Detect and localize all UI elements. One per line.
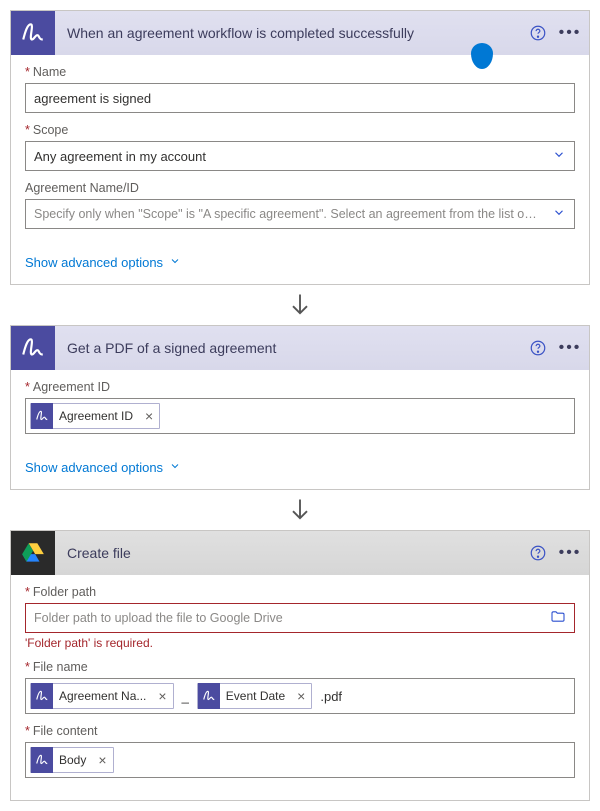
remove-token-icon[interactable]: × (152, 688, 172, 704)
chevron-down-icon (552, 148, 566, 165)
scope-value: Any agreement in my account (34, 149, 206, 164)
file-content-field: File content Body × (25, 724, 575, 778)
folder-placeholder: Folder path to upload the file to Google… (34, 611, 540, 625)
token-label: Agreement Na... (53, 689, 152, 703)
file-content-input[interactable]: Body × (25, 742, 575, 778)
step3-title: Create file (55, 545, 527, 561)
adobe-sign-icon (11, 11, 55, 55)
token-label: Agreement ID (53, 409, 139, 423)
filename-suffix: .pdf (316, 689, 346, 704)
step1-header[interactable]: When an agreement workflow is completed … (11, 11, 589, 55)
step2-header[interactable]: Get a PDF of a signed agreement ••• (11, 326, 589, 370)
agreement-select[interactable]: Specify only when "Scope" is "A specific… (25, 199, 575, 229)
adobe-sign-icon (198, 683, 220, 709)
connector-arrow (10, 490, 590, 530)
file-name-input[interactable]: Agreement Na... × _ Event Date × .pdf (25, 678, 575, 714)
step2-title: Get a PDF of a signed agreement (55, 340, 527, 356)
folder-path-field: Folder path Folder path to upload the fi… (25, 585, 575, 650)
agreement-placeholder: Specify only when "Scope" is "A specific… (34, 207, 540, 221)
file-name-field: File name Agreement Na... × _ Event Date… (25, 660, 575, 714)
adobe-sign-icon (31, 747, 53, 773)
remove-token-icon[interactable]: × (139, 408, 159, 424)
scope-field: Scope Any agreement in my account (25, 123, 575, 171)
name-label: Name (25, 65, 575, 79)
more-icon[interactable]: ••• (559, 542, 581, 564)
adobe-sign-icon (11, 326, 55, 370)
step-get-pdf: Get a PDF of a signed agreement ••• Agre… (10, 325, 590, 490)
token-event-date[interactable]: Event Date × (197, 683, 313, 709)
folder-picker-icon[interactable] (550, 609, 566, 628)
show-advanced-link[interactable]: Show advanced options (11, 251, 195, 284)
name-field: Name (25, 65, 575, 113)
more-icon[interactable]: ••• (559, 337, 581, 359)
file-name-label: File name (25, 660, 575, 674)
token-agreement-id[interactable]: Agreement ID × (30, 403, 160, 429)
scope-select[interactable]: Any agreement in my account (25, 141, 575, 171)
step3-body: Folder path Folder path to upload the fi… (11, 575, 589, 800)
adobe-sign-icon (31, 403, 53, 429)
step2-body: Agreement ID Agreement ID × (11, 370, 589, 456)
token-body[interactable]: Body × (30, 747, 114, 773)
step3-header[interactable]: Create file ••• (11, 531, 589, 575)
agreement-field: Agreement Name/ID Specify only when "Sco… (25, 181, 575, 229)
chevron-down-icon (552, 206, 566, 223)
folder-error: 'Folder path' is required. (25, 636, 575, 650)
token-label: Body (53, 753, 92, 767)
step1-body: Name Scope Any agreement in my account A… (11, 55, 589, 251)
remove-token-icon[interactable]: × (291, 688, 311, 704)
agreement-id-field: Agreement ID Agreement ID × (25, 380, 575, 434)
help-icon[interactable] (527, 542, 549, 564)
agreement-label: Agreement Name/ID (25, 181, 575, 195)
remove-token-icon[interactable]: × (92, 752, 112, 768)
chevron-down-icon (169, 460, 181, 475)
connector-arrow (10, 285, 590, 325)
help-icon[interactable] (527, 337, 549, 359)
folder-path-input[interactable]: Folder path to upload the file to Google… (25, 603, 575, 633)
advanced-label: Show advanced options (25, 255, 163, 270)
agreement-id-input[interactable]: Agreement ID × (25, 398, 575, 434)
show-advanced-link[interactable]: Show advanced options (11, 456, 195, 489)
file-content-label: File content (25, 724, 575, 738)
adobe-sign-icon (31, 683, 53, 709)
chevron-down-icon (169, 255, 181, 270)
help-icon[interactable] (527, 22, 549, 44)
folder-path-label: Folder path (25, 585, 575, 599)
agreement-id-label: Agreement ID (25, 380, 575, 394)
step1-title: When an agreement workflow is completed … (55, 25, 527, 41)
step-create-file: Create file ••• Folder path Folder path … (10, 530, 590, 801)
scope-label: Scope (25, 123, 575, 137)
filename-separator: _ (178, 689, 193, 704)
token-agreement-name[interactable]: Agreement Na... × (30, 683, 174, 709)
advanced-label: Show advanced options (25, 460, 163, 475)
google-drive-icon (11, 531, 55, 575)
step-agreement-completed: When an agreement workflow is completed … (10, 10, 590, 285)
token-label: Event Date (220, 689, 291, 703)
more-icon[interactable]: ••• (559, 22, 581, 44)
name-input[interactable] (25, 83, 575, 113)
